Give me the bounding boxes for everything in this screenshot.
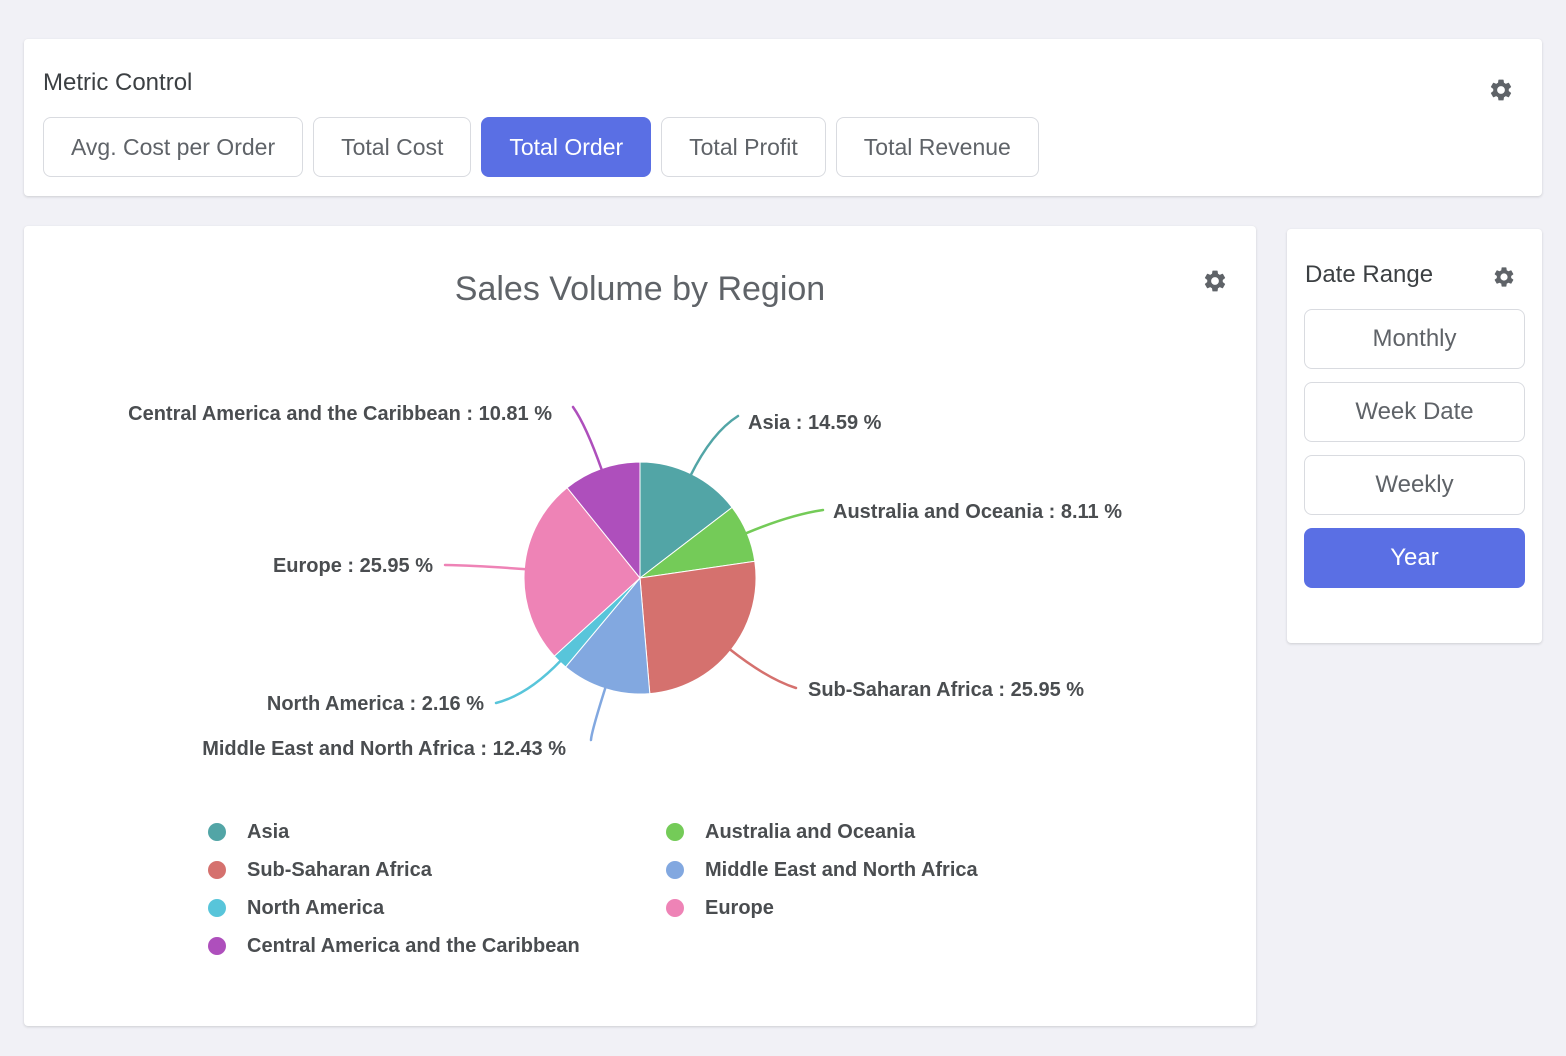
pie-leader-line-europe	[445, 565, 526, 569]
legend-label: Europe	[705, 897, 774, 920]
pie-leader-line-sub-saharan-africa	[729, 649, 796, 688]
legend-dot-icon-europe	[666, 899, 684, 917]
legend-label: Australia and Oceania	[705, 821, 915, 844]
pie-leader-line-central-america-and-the-caribbean	[573, 407, 602, 471]
metric-button-total-revenue[interactable]: Total Revenue	[836, 117, 1039, 177]
date-settings-gear-icon[interactable]	[1492, 265, 1516, 289]
legend-item-central-america-and-the-caribbean[interactable]: Central America and the Caribbean	[208, 927, 580, 965]
sales-volume-chart-card: Sales Volume by Region Asia : 14.59 %Aus…	[24, 226, 1256, 1026]
pie-label-asia: Asia : 14.59 %	[748, 412, 882, 434]
pie-leader-line-middle-east-and-north-africa	[591, 687, 606, 740]
date-range-button-week-date[interactable]: Week Date	[1304, 382, 1525, 442]
date-range-button-monthly[interactable]: Monthly	[1304, 309, 1525, 369]
date-range-button-group: Monthly Week Date Weekly Year	[1304, 309, 1525, 588]
metric-button-group: Avg. Cost per OrderTotal CostTotal Order…	[43, 117, 1039, 177]
pie-leader-line-asia	[690, 416, 738, 476]
legend-label: North America	[247, 897, 384, 920]
metric-control-title: Metric Control	[43, 69, 192, 97]
legend-label: Middle East and North Africa	[705, 859, 978, 882]
legend-dot-icon-north-america	[208, 899, 226, 917]
legend-label: Asia	[247, 821, 289, 844]
legend-dot-icon-central-america-and-the-caribbean	[208, 937, 226, 955]
date-range-button-weekly[interactable]: Weekly	[1304, 455, 1525, 515]
legend-item-sub-saharan-africa[interactable]: Sub-Saharan Africa	[208, 851, 580, 889]
pie-label-central-america-and-the-caribbean: Central America and the Caribbean : 10.8…	[128, 403, 552, 425]
pie-leader-line-australia-and-oceania	[745, 510, 823, 534]
legend-label: Sub-Saharan Africa	[247, 859, 432, 882]
legend-item-north-america[interactable]: North America	[208, 889, 580, 927]
metric-button-avg-cost-per-order[interactable]: Avg. Cost per Order	[43, 117, 303, 177]
metric-button-total-order[interactable]: Total Order	[481, 117, 651, 177]
metric-settings-gear-icon[interactable]	[1488, 77, 1514, 103]
legend-column-1: Asia Sub-Saharan Africa North America Centr…	[208, 813, 580, 965]
pie-slice-sub-saharan-africa[interactable]	[640, 561, 756, 693]
legend-dot-icon-sub-saharan-africa	[208, 861, 226, 879]
legend-item-middle-east-and-north-africa[interactable]: Middle East and North Africa	[666, 851, 978, 889]
legend-label: Central America and the Caribbean	[247, 935, 580, 958]
date-range-title: Date Range	[1305, 261, 1433, 289]
chart-legend: Asia Sub-Saharan Africa North America Centr…	[24, 813, 1256, 973]
pie-leader-line-north-america	[496, 660, 561, 703]
pie-label-sub-saharan-africa: Sub-Saharan Africa : 25.95 %	[808, 679, 1084, 701]
pie-label-middle-east-and-north-africa: Middle East and North Africa : 12.43 %	[202, 738, 566, 760]
pie-label-europe: Europe : 25.95 %	[273, 555, 433, 577]
metric-button-total-cost[interactable]: Total Cost	[313, 117, 471, 177]
legend-item-europe[interactable]: Europe	[666, 889, 978, 927]
metric-control-card: Metric Control Avg. Cost per OrderTotal …	[24, 39, 1542, 196]
date-range-card: Date Range Monthly Week Date Weekly Year	[1287, 229, 1542, 643]
legend-item-asia[interactable]: Asia	[208, 813, 580, 851]
pie-label-north-america: North America : 2.16 %	[267, 693, 484, 715]
pie-label-australia-and-oceania: Australia and Oceania : 8.11 %	[833, 501, 1122, 523]
date-range-button-year[interactable]: Year	[1304, 528, 1525, 588]
legend-dot-icon-middle-east-and-north-africa	[666, 861, 684, 879]
legend-item-australia-and-oceania[interactable]: Australia and Oceania	[666, 813, 978, 851]
legend-dot-icon-asia	[208, 823, 226, 841]
legend-column-2: Australia and Oceania Middle East and Nor…	[666, 813, 978, 927]
legend-dot-icon-australia-and-oceania	[666, 823, 684, 841]
metric-button-total-profit[interactable]: Total Profit	[661, 117, 826, 177]
